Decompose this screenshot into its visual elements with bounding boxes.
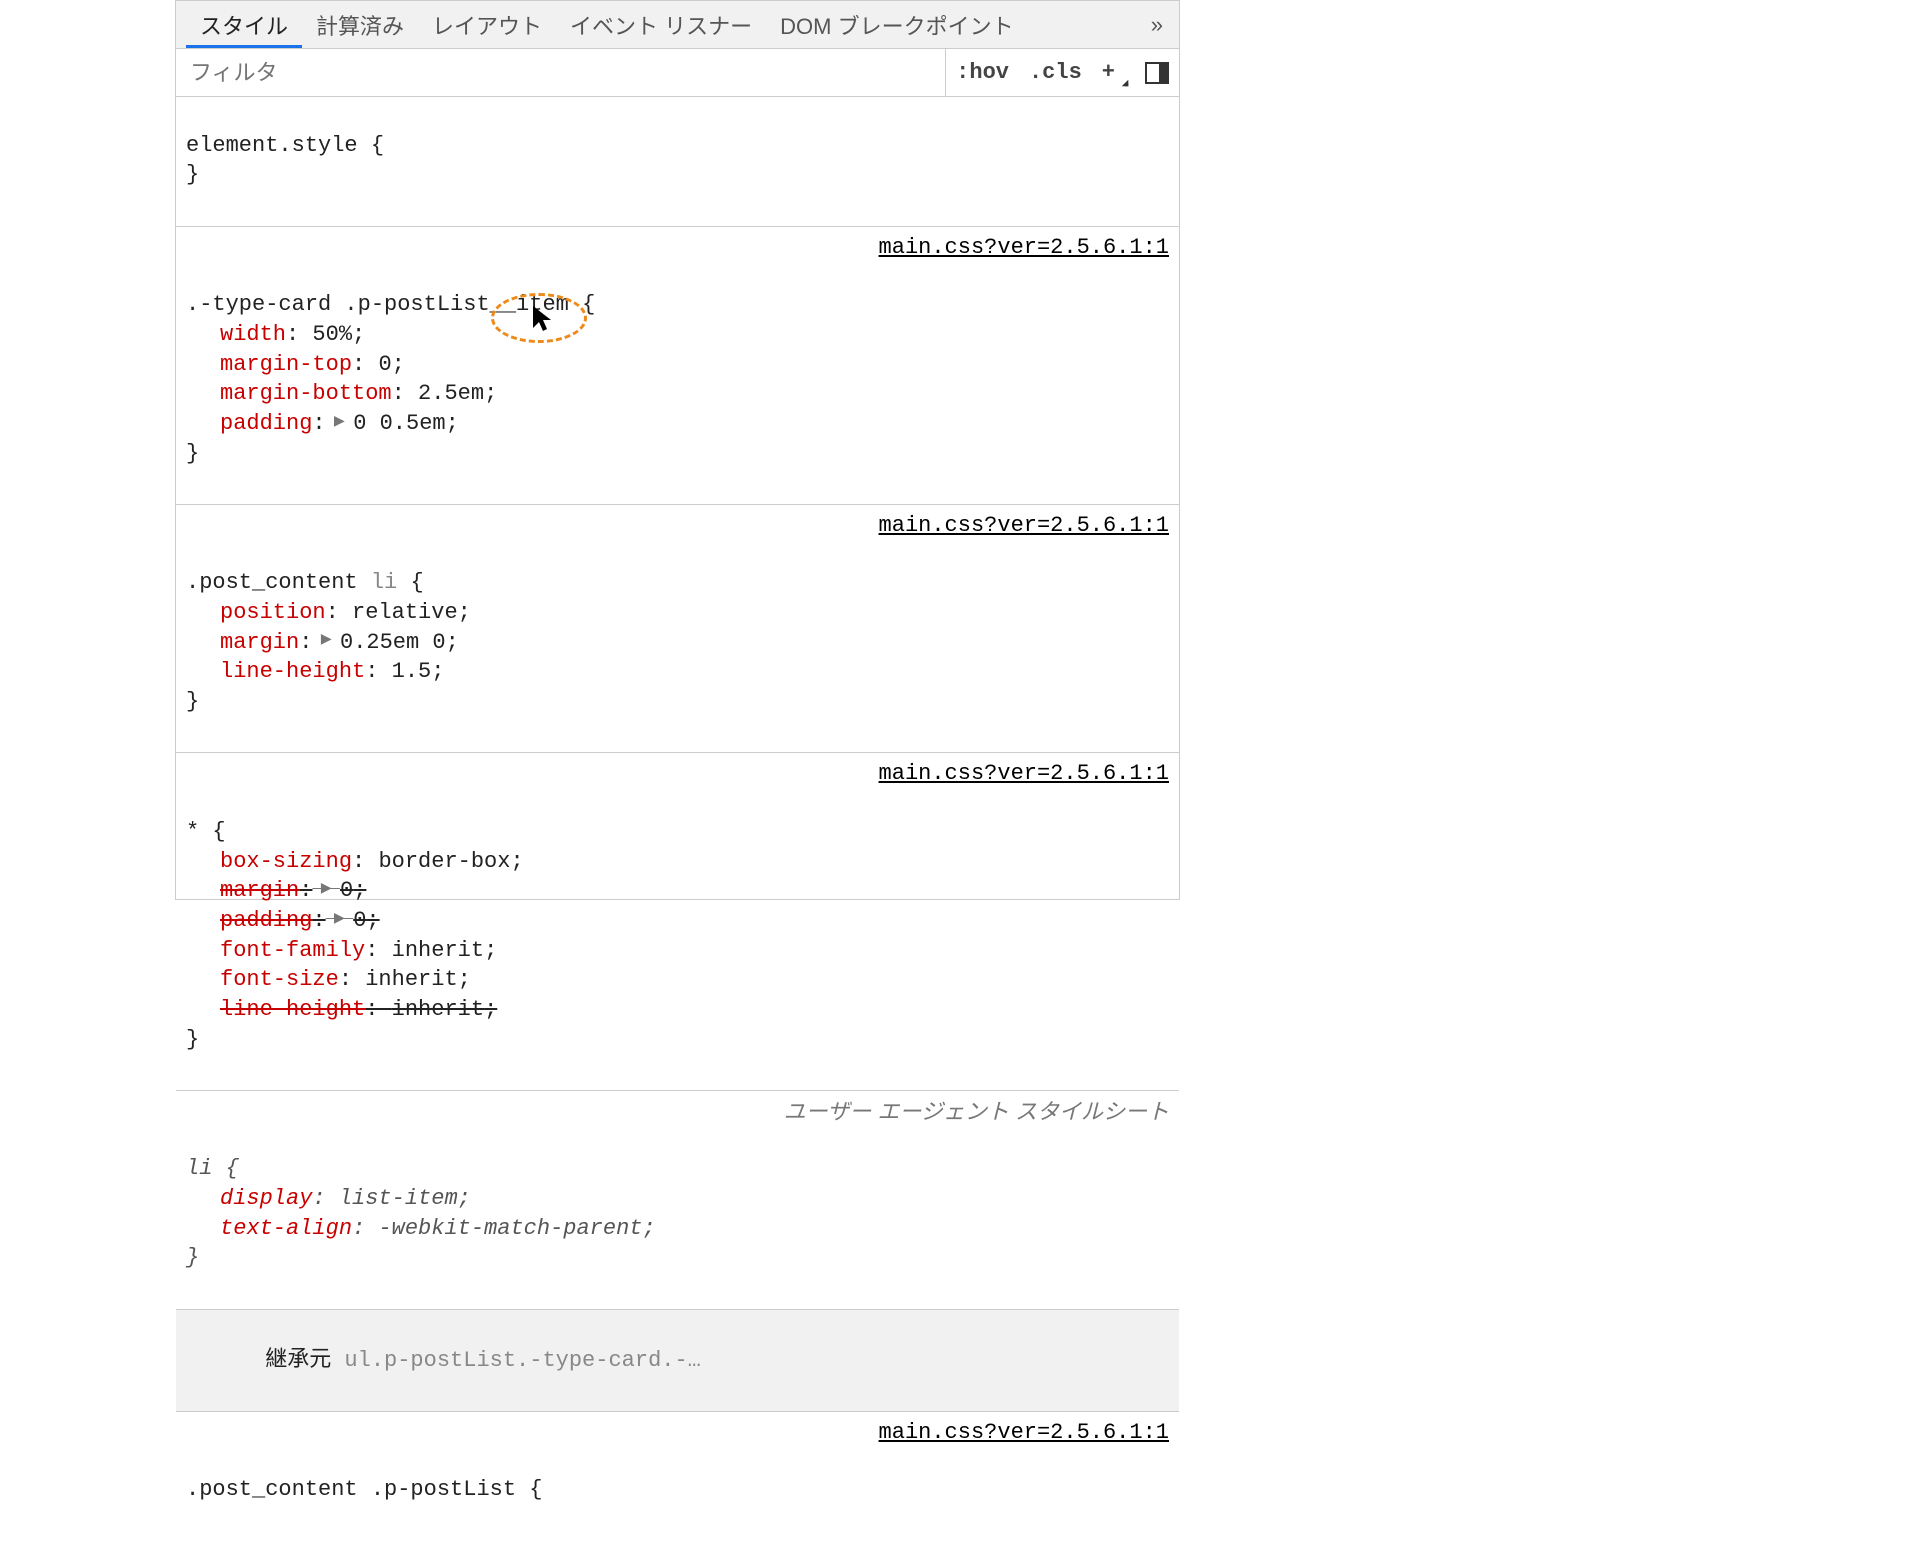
- new-style-rule-button[interactable]: +: [1092, 49, 1135, 96]
- css-declaration[interactable]: margin-bottom: 2.5em;: [186, 381, 497, 406]
- source-link[interactable]: main.css?ver=2.5.6.1:1: [879, 759, 1169, 789]
- inherited-from-separator: 継承元 ul.p-postList.-type-card.-…: [176, 1310, 1179, 1412]
- selector[interactable]: *: [186, 819, 199, 844]
- source-user-agent: ユーザー エージェント スタイルシート: [784, 1097, 1169, 1127]
- css-declaration[interactable]: position: relative;: [186, 600, 471, 625]
- css-declaration-overridden[interactable]: padding: ▶ 0;: [186, 908, 380, 933]
- selector[interactable]: element.style: [186, 133, 358, 158]
- css-declaration[interactable]: font-size: inherit;: [186, 967, 471, 992]
- cls-toggle[interactable]: .cls: [1019, 49, 1092, 96]
- styles-tabbar: スタイル 計算済み レイアウト イベント リスナー DOM ブレークポイント »: [176, 1, 1179, 49]
- rule-user-agent-li[interactable]: ユーザー エージェント スタイルシート li { display: list-i…: [176, 1091, 1179, 1310]
- inherited-label: 継承元: [265, 1348, 344, 1373]
- css-declaration[interactable]: margin: ▶ 0.25em 0;: [186, 630, 459, 655]
- expand-shorthand-icon[interactable]: ▶: [312, 880, 340, 899]
- css-declaration-overridden[interactable]: margin: ▶ 0;: [186, 878, 366, 903]
- tabs-overflow-button[interactable]: »: [1135, 12, 1179, 38]
- rule-universal[interactable]: main.css?ver=2.5.6.1:1 * { box-sizing: b…: [176, 753, 1179, 1091]
- source-link[interactable]: main.css?ver=2.5.6.1:1: [879, 511, 1169, 541]
- source-link[interactable]: main.css?ver=2.5.6.1:1: [879, 1418, 1169, 1448]
- rule-postlist[interactable]: main.css?ver=2.5.6.1:1 .post_content .p-…: [176, 1412, 1179, 1541]
- css-declaration[interactable]: font-family: inherit;: [186, 938, 497, 963]
- css-declaration[interactable]: box-sizing: border-box;: [186, 849, 524, 874]
- tab-styles[interactable]: スタイル: [186, 1, 302, 48]
- source-link[interactable]: main.css?ver=2.5.6.1:1: [879, 233, 1169, 263]
- expand-shorthand-icon[interactable]: ▶: [312, 631, 340, 650]
- css-declaration[interactable]: margin-top: 0;: [186, 352, 405, 377]
- css-declaration[interactable]: display: list-item;: [186, 1186, 471, 1211]
- tab-layout[interactable]: レイアウト: [418, 1, 556, 48]
- style-rules-list: element.style { } main.css?ver=2.5.6.1:1…: [176, 97, 1179, 1541]
- selector[interactable]: .-type-card .p-postList__item: [186, 292, 569, 317]
- inherited-selector[interactable]: ul.p-postList.-type-card.-…: [344, 1348, 700, 1373]
- expand-shorthand-icon[interactable]: ▶: [326, 413, 354, 432]
- css-declaration[interactable]: text-align: -webkit-match-parent;: [186, 1216, 656, 1241]
- rule-postlist-item[interactable]: main.css?ver=2.5.6.1:1 .-type-card .p-po…: [176, 227, 1179, 505]
- selector[interactable]: li: [186, 1156, 212, 1181]
- styles-panel: スタイル 計算済み レイアウト イベント リスナー DOM ブレークポイント »…: [175, 0, 1180, 900]
- hov-toggle[interactable]: :hov: [946, 49, 1019, 96]
- expand-shorthand-icon[interactable]: ▶: [326, 910, 354, 929]
- selector[interactable]: .post_content .p-postList: [186, 1477, 516, 1502]
- css-declaration-overridden[interactable]: line-height: inherit;: [186, 997, 497, 1022]
- css-declaration[interactable]: padding: ▶ 0 0.5em;: [186, 411, 459, 436]
- filter-input[interactable]: [176, 49, 945, 96]
- rule-post-content-li[interactable]: main.css?ver=2.5.6.1:1 .post_content li …: [176, 505, 1179, 754]
- selector[interactable]: .post_content li: [186, 570, 397, 595]
- toggle-sidebar-icon[interactable]: [1135, 49, 1179, 96]
- tab-dom-breakpoints[interactable]: DOM ブレークポイント: [766, 1, 1027, 48]
- filter-bar: :hov .cls +: [176, 49, 1179, 97]
- rule-element-style[interactable]: element.style { }: [176, 97, 1179, 227]
- tab-event-listeners[interactable]: イベント リスナー: [556, 1, 766, 48]
- css-declaration[interactable]: width: 50%;: [186, 322, 365, 347]
- tab-computed[interactable]: 計算済み: [302, 1, 418, 48]
- css-declaration[interactable]: line-height: 1.5;: [186, 659, 444, 684]
